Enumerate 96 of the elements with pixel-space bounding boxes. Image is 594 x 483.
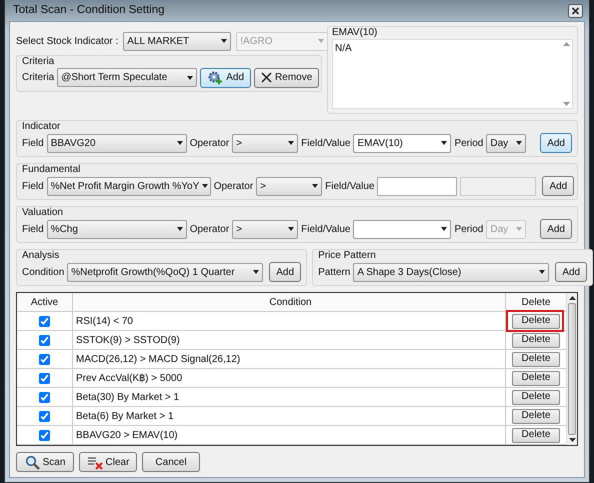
value-dropdown[interactable] [353,220,452,238]
add-button[interactable]: Add [542,176,574,196]
caret-icon [288,141,294,145]
group-title: Criteria [22,56,56,68]
value-dropdown[interactable]: %Netprofit Growth(%QoQ) 1 Quarter [67,262,264,282]
group-title: Indicator [22,121,62,133]
group-title: EMAV(10) [332,27,378,39]
field-label: Period [454,222,484,236]
close-icon [568,4,583,18]
caret-icon [441,227,448,231]
table-cell: Beta(30) By Market > 1 [73,388,506,406]
input-field[interactable] [377,176,458,196]
value-dropdown[interactable]: Day [486,134,526,152]
checkbox[interactable] [39,430,50,440]
search-icon [24,454,40,470]
table-cell: SSTOK(9) > SSTOD(9) [73,331,506,349]
table-cell: MACD(26,12) > MACD Signal(26,12) [73,350,506,368]
value-dropdown[interactable]: BBAVG20 [46,134,187,152]
criteria-dropdown[interactable]: @Short Term Speculate [57,68,198,87]
column-header: Active [17,293,73,311]
checkbox[interactable] [39,392,50,402]
caret-icon [202,184,208,188]
value-dropdown[interactable]: EMAV(10) [353,134,452,152]
table-cell: Beta(6) By Market > 1 [73,407,506,425]
checkbox[interactable] [39,354,50,364]
column-header: Delete [506,293,566,311]
add-button[interactable]: Add [540,133,572,153]
checkbox[interactable] [39,316,50,326]
delete-button[interactable]: Delete [512,370,560,386]
value-dropdown[interactable]: > [256,176,322,196]
field-label: Field/Value [301,136,350,150]
field-label: Pattern [318,266,350,280]
column-header: Condition [73,293,506,311]
field-label: Criteria [22,71,54,85]
caret-icon [539,270,546,274]
field-label: Select Stock Indicator : [16,34,118,48]
clear-button[interactable]: Clear [79,452,137,472]
table-cell: BBAVG20 > EMAV(10) [73,426,506,444]
checkbox[interactable] [39,372,50,384]
caret-icon [221,39,228,43]
delete-button[interactable]: Delete [512,352,560,366]
field-label: Field [22,136,44,150]
table-cell: Prev AccVal(K฿) > 5000 [73,369,506,387]
field-label: Operator [190,136,230,150]
window-title: Total Scan - Condition Setting [13,2,165,18]
caret-icon [288,227,294,231]
scroll-down-icon[interactable] [568,438,576,443]
preview-text: N/A [335,42,352,56]
checkbox[interactable] [39,410,50,422]
group-title: Fundamental [22,164,82,176]
field-label: Condition [22,266,64,280]
add-button[interactable]: Add [200,68,252,88]
group-title: Valuation [22,207,64,219]
group-title: Price Pattern [318,250,377,262]
field-label: Field/Value [325,180,374,194]
scroll-up-icon[interactable] [568,295,576,300]
value-dropdown[interactable]: > [232,134,298,152]
checkbox[interactable] [39,334,50,346]
caret-icon [187,76,194,80]
group-title: Analysis [22,250,60,262]
value-dropdown[interactable]: %Chg [46,220,187,238]
add-button[interactable]: Add [555,262,588,282]
table-cell: RSI(14) < 70 [73,312,506,330]
value-dropdown[interactable]: %Net Profit Margin Growth %YoY [46,176,211,196]
caret-icon [176,227,183,231]
value-dropdown[interactable]: A Shape 3 Days(Close) [353,262,550,282]
caret-icon [253,270,260,274]
field-label: Field/Value [301,222,350,236]
caret-icon [176,141,183,145]
delete-button[interactable]: Delete [512,332,560,348]
remove-button[interactable]: Remove [254,68,320,88]
field-label: Field [22,180,44,194]
scroll-thumb[interactable] [568,303,576,435]
caret-icon [312,184,318,188]
field-label: Period [454,136,484,150]
caret-icon [516,141,522,145]
cancel-button[interactable]: Cancel [142,452,200,472]
close-button[interactable] [568,4,583,18]
gear-plus-icon [207,70,224,85]
caret-icon [441,141,448,145]
field-label: Operator [214,180,254,194]
add-button[interactable]: Add [269,262,302,282]
caret-icon [516,227,522,231]
delete-button[interactable]: Delete [512,428,560,442]
value-dropdown[interactable]: > [232,220,298,238]
add-button[interactable]: Add [540,219,572,239]
scan-button[interactable]: Scan [16,452,74,472]
delete-button[interactable]: Delete [512,408,560,424]
x-icon [261,72,272,83]
delete-button[interactable]: Delete [512,390,560,404]
caret-icon [318,39,324,43]
market-dropdown[interactable]: ALL MARKET [123,32,232,50]
field-label: Field [22,222,44,236]
delete-button[interactable]: Delete [512,314,560,328]
field-label: Operator [190,222,230,236]
scrollbar[interactable] [566,293,577,445]
